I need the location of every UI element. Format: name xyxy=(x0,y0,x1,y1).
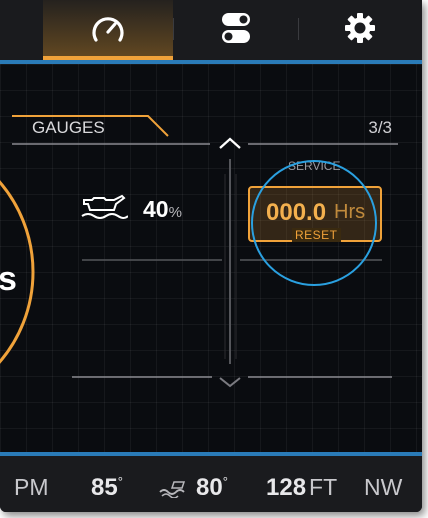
bottom-status-bar: PM 85° 80° 128 FT NW xyxy=(0,452,422,512)
heading-value: NW xyxy=(364,474,403,500)
page-indicator: 3/3 xyxy=(368,118,392,137)
temp2-value: 80 xyxy=(196,474,223,501)
oil-pressure-readout: 40% xyxy=(143,196,182,223)
tab-switches[interactable] xyxy=(173,0,298,60)
left-gauge-text: s xyxy=(0,260,17,298)
device-screen: s GAUGES 3/3 40% SERVICE 000.0 Hrs RESET… xyxy=(0,0,422,512)
temp1-value: 85 xyxy=(91,474,118,501)
bottom-accent-line xyxy=(0,452,422,456)
temp1-unit: ° xyxy=(117,474,123,489)
gauge-icon xyxy=(88,10,128,51)
heading-readout: NW xyxy=(364,474,402,502)
chevron-down-icon xyxy=(219,377,241,388)
tab-gauges[interactable] xyxy=(43,0,173,60)
rpm-unit: PM xyxy=(14,474,49,500)
chevron-up-icon xyxy=(219,137,241,149)
oil-pressure-unit: % xyxy=(168,204,182,221)
temp-primary: 85° xyxy=(91,474,123,502)
depth-readout: 128 FT xyxy=(266,474,337,502)
gear-icon xyxy=(343,11,377,50)
toggles-icon xyxy=(219,11,253,50)
temp2-unit: ° xyxy=(222,474,228,489)
highlight-circle xyxy=(251,160,377,286)
depth-unit: FT xyxy=(309,474,338,500)
top-nav-bar xyxy=(0,0,422,64)
temp-water: 80° xyxy=(196,474,228,502)
water-temp-icon xyxy=(158,478,188,503)
depth-value: 128 xyxy=(266,474,307,501)
page-title: GAUGES xyxy=(32,118,105,137)
tab-settings[interactable] xyxy=(298,0,422,60)
oil-pressure-icon xyxy=(80,194,129,225)
oil-pressure-value: 40 xyxy=(143,196,169,222)
